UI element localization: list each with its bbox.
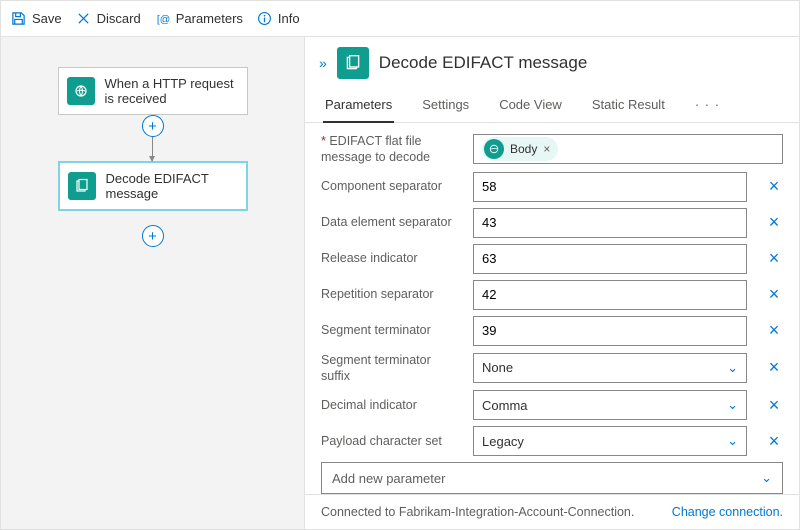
change-connection-link[interactable]: Change connection. [672, 505, 783, 519]
segterm-input[interactable] [473, 316, 747, 346]
token-icon [484, 139, 504, 159]
dataelem-value[interactable] [482, 215, 738, 230]
edifact-icon [68, 172, 96, 200]
field-label-repetition: Repetition separator [321, 286, 461, 302]
save-icon [11, 11, 26, 26]
decimal-value: Comma [482, 398, 528, 413]
field-label-segterm: Segment terminator [321, 322, 461, 338]
chevron-down-icon: ⌄ [727, 360, 738, 376]
http-icon [67, 77, 95, 105]
svg-text:[@]: [@] [157, 14, 170, 25]
parameters-icon: [@] [155, 11, 170, 26]
clear-payload-icon[interactable]: × [765, 431, 783, 452]
save-label: Save [32, 11, 62, 26]
add-step-button[interactable]: + [142, 115, 164, 137]
field-label-flatfile: EDIFACT flat file message to decode [321, 133, 461, 166]
field-label-component: Component separator [321, 178, 461, 194]
connector-edge [152, 137, 153, 161]
panel-title: Decode EDIFACT message [379, 53, 588, 73]
field-label-decimal: Decimal indicator [321, 397, 461, 413]
token-label: Body [510, 142, 537, 156]
tab-parameters[interactable]: Parameters [323, 89, 394, 122]
collapse-icon[interactable]: » [319, 55, 327, 71]
repetition-value[interactable] [482, 287, 738, 302]
panel-tabs: Parameters Settings Code View Static Res… [305, 89, 799, 123]
clear-release-icon[interactable]: × [765, 248, 783, 269]
dataelem-input[interactable] [473, 208, 747, 238]
clear-component-icon[interactable]: × [765, 176, 783, 197]
decimal-select[interactable]: Comma ⌄ [473, 390, 747, 420]
info-button[interactable]: Info [257, 11, 300, 26]
tab-codeview[interactable]: Code View [497, 89, 564, 122]
add-parameter-select[interactable]: Add new parameter ⌄ [321, 462, 783, 494]
trigger-label: When a HTTP request is received [105, 76, 239, 106]
chevron-down-icon: ⌄ [727, 433, 738, 449]
toolbar: Save Discard [@] Parameters Info [1, 1, 799, 37]
token-remove-icon[interactable]: × [543, 142, 550, 156]
panel-footer: Connected to Fabrikam-Integration-Accoun… [305, 494, 799, 529]
segsuffix-value: None [482, 360, 513, 375]
field-label-release: Release indicator [321, 250, 461, 266]
action-label: Decode EDIFACT message [106, 171, 238, 201]
action-node-decode[interactable]: Decode EDIFACT message [58, 161, 248, 211]
designer-canvas[interactable]: When a HTTP request is received + Decode… [1, 37, 304, 529]
component-value[interactable] [482, 179, 738, 194]
clear-decimal-icon[interactable]: × [765, 395, 783, 416]
tab-more[interactable]: · · · [693, 89, 722, 122]
trigger-node[interactable]: When a HTTP request is received [58, 67, 248, 115]
parameters-label: Parameters [176, 11, 243, 26]
parameters-button[interactable]: [@] Parameters [155, 11, 243, 26]
discard-label: Discard [97, 11, 141, 26]
details-panel: » Decode EDIFACT message Parameters Sett… [304, 37, 799, 529]
segterm-value[interactable] [482, 323, 738, 338]
field-label-segsuffix: Segment terminator suffix [321, 352, 461, 385]
chevron-down-icon: ⌄ [761, 470, 772, 486]
clear-segterm-icon[interactable]: × [765, 320, 783, 341]
segsuffix-select[interactable]: None ⌄ [473, 353, 747, 383]
info-icon [257, 11, 272, 26]
flatfile-input[interactable]: Body × [473, 134, 783, 164]
panel-edifact-icon [337, 47, 369, 79]
connection-status: Connected to Fabrikam-Integration-Accoun… [321, 505, 634, 519]
component-input[interactable] [473, 172, 747, 202]
clear-repetition-icon[interactable]: × [765, 284, 783, 305]
info-label: Info [278, 11, 300, 26]
clear-dataelem-icon[interactable]: × [765, 212, 783, 233]
field-label-dataelem: Data element separator [321, 214, 461, 230]
release-input[interactable] [473, 244, 747, 274]
tab-static-result[interactable]: Static Result [590, 89, 667, 122]
chevron-down-icon: ⌄ [727, 397, 738, 413]
repetition-input[interactable] [473, 280, 747, 310]
close-icon [76, 11, 91, 26]
payload-value: Legacy [482, 434, 524, 449]
payload-select[interactable]: Legacy ⌄ [473, 426, 747, 456]
discard-button[interactable]: Discard [76, 11, 141, 26]
add-parameter-label: Add new parameter [332, 471, 445, 486]
body-token[interactable]: Body × [482, 137, 558, 161]
tab-settings[interactable]: Settings [420, 89, 471, 122]
release-value[interactable] [482, 251, 738, 266]
add-step-button-2[interactable]: + [142, 225, 164, 247]
clear-segsuffix-icon[interactable]: × [765, 357, 783, 378]
save-button[interactable]: Save [11, 11, 62, 26]
field-label-payload: Payload character set [321, 433, 461, 449]
